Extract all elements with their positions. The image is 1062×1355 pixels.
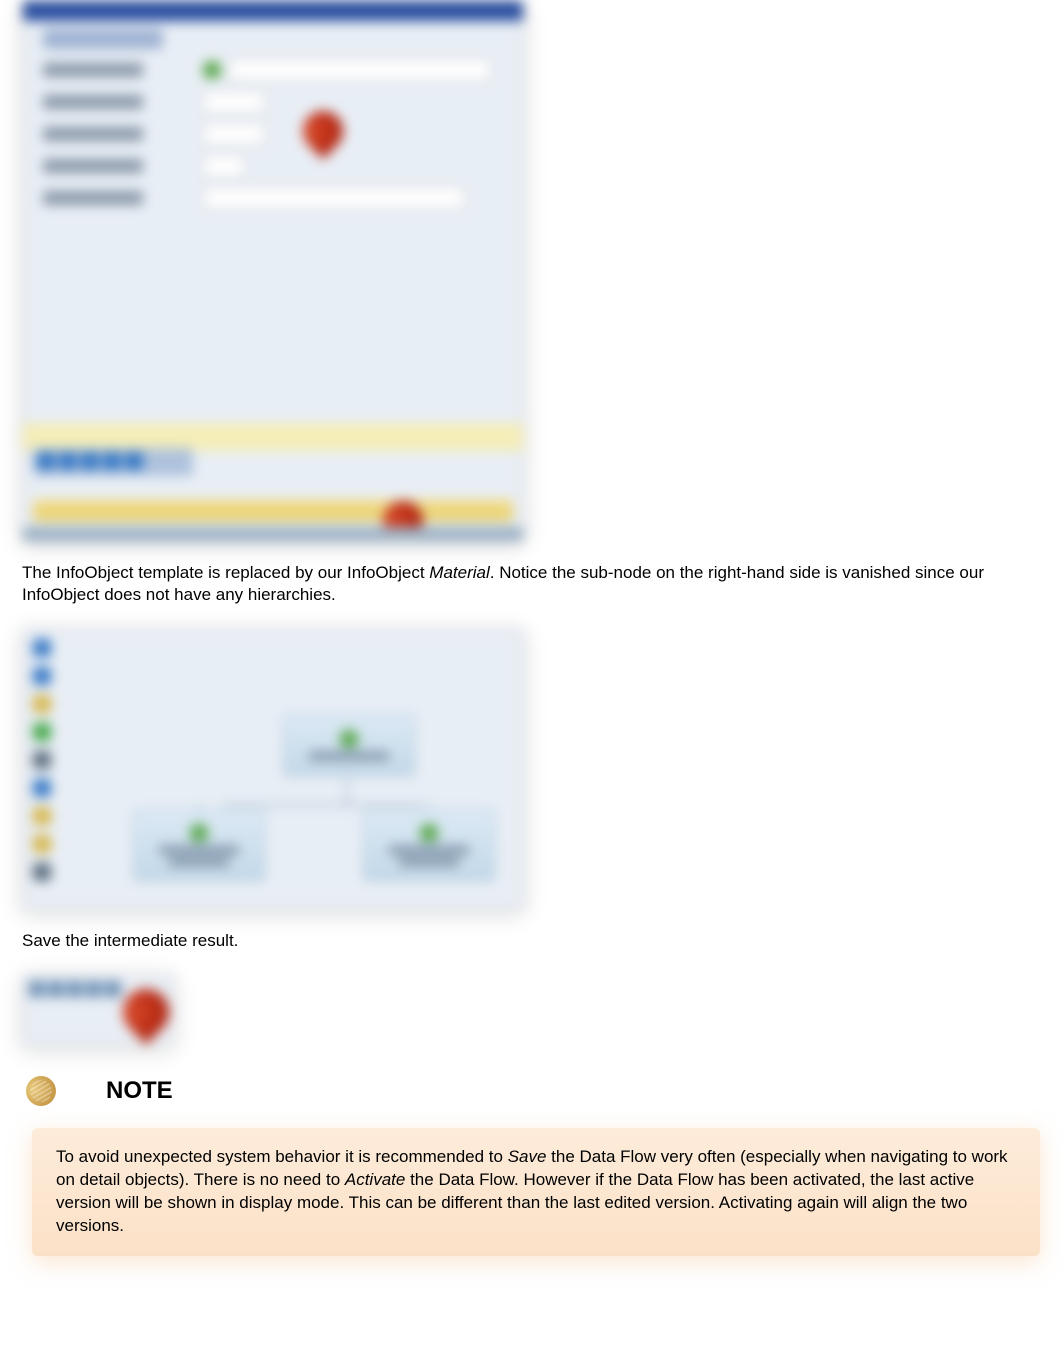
text: The InfoObject template is replaced by o… xyxy=(22,563,429,582)
body-paragraph: The InfoObject template is replaced by o… xyxy=(22,562,1040,606)
text-emphasis: Save xyxy=(508,1147,547,1166)
text: To avoid unexpected system behavior it i… xyxy=(56,1147,508,1166)
note-icon xyxy=(21,1071,62,1112)
text-emphasis: Activate xyxy=(345,1170,405,1189)
screenshot-infoobject-properties xyxy=(22,0,524,542)
screenshot-data-flow-diagram xyxy=(22,628,524,910)
note-title: NOTE xyxy=(106,1077,173,1105)
screenshot-save-toolbar xyxy=(22,974,174,1046)
note-callout: NOTE To avoid unexpected system behavior… xyxy=(22,1076,1040,1256)
body-paragraph: Save the intermediate result. xyxy=(22,930,1040,952)
text-emphasis: Material xyxy=(429,563,489,582)
note-body: To avoid unexpected system behavior it i… xyxy=(32,1128,1040,1256)
